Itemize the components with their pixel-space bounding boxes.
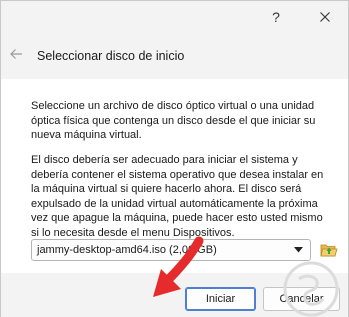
back-arrow-icon bbox=[10, 49, 22, 59]
chevron-down-icon bbox=[291, 243, 305, 257]
question-mark-icon: ? bbox=[272, 9, 280, 25]
select-boot-disk-dialog: ? Seleccionar disco de inicio Seleccione… bbox=[0, 0, 349, 317]
start-button[interactable]: Iniciar bbox=[185, 287, 256, 311]
description-text: Seleccione un archivo de disco óptico vi… bbox=[31, 100, 316, 141]
help-button[interactable]: ? bbox=[253, 1, 299, 33]
folder-open-icon bbox=[320, 244, 338, 257]
back-button[interactable] bbox=[7, 45, 25, 63]
content-area: Seleccione un archivo de disco óptico vi… bbox=[1, 79, 348, 273]
button-bar: Iniciar Cancelar bbox=[1, 273, 348, 317]
title-bar: ? bbox=[1, 1, 348, 33]
disk-select-value: jammy-desktop-amd64.iso (2,00 GB) bbox=[37, 244, 217, 256]
instructions-text: El disco debería ser adecuado para inici… bbox=[31, 154, 324, 239]
page-title: Seleccionar disco de inicio bbox=[37, 49, 185, 63]
wizard-header: Seleccionar disco de inicio bbox=[1, 33, 348, 79]
choose-disk-file-button[interactable] bbox=[319, 240, 339, 260]
close-icon bbox=[320, 12, 330, 22]
cancel-button[interactable]: Cancelar bbox=[263, 287, 340, 311]
close-button[interactable] bbox=[302, 1, 348, 33]
disk-select[interactable]: jammy-desktop-amd64.iso (2,00 GB) bbox=[31, 239, 311, 261]
